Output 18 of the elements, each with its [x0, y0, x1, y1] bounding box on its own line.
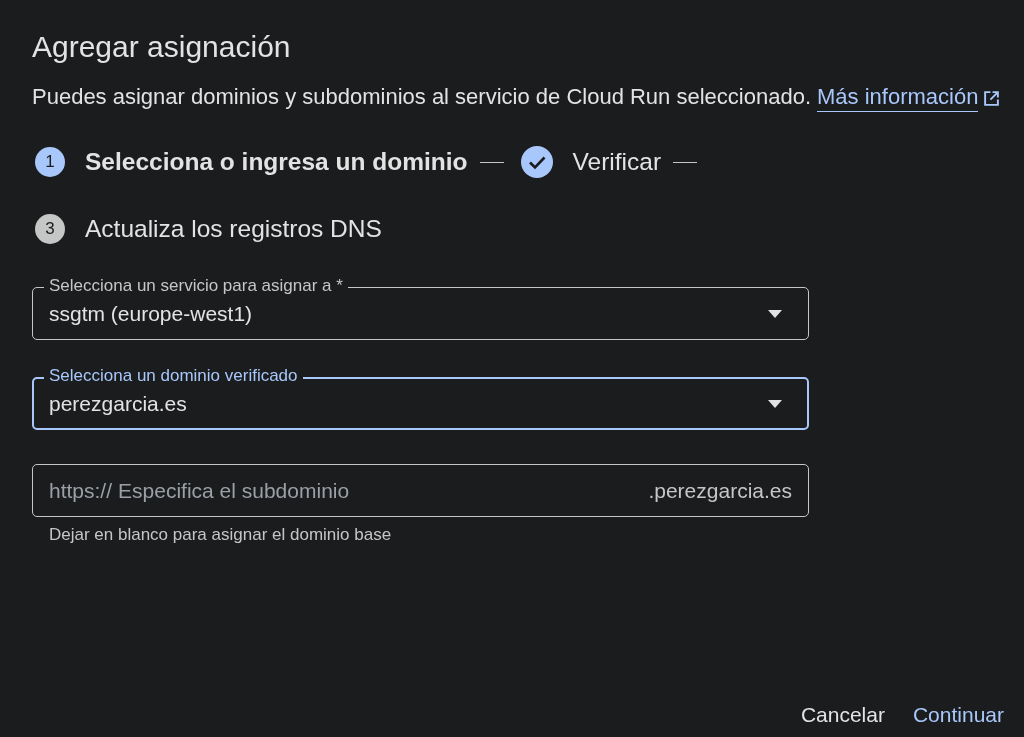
step-number: 3: [35, 214, 65, 244]
subdomain-field[interactable]: https:// Especifica el subdominio .perezgarcia.es: [32, 464, 809, 517]
dropdown-caret-icon: [768, 309, 782, 318]
select-field[interactable]: Selecciona un dominio verificado perezgarcia.es: [32, 366, 809, 430]
dropdown-caret-icon: [768, 399, 782, 408]
check-circle-icon: [520, 146, 553, 178]
step-label: Selecciona o ingresa un dominio: [85, 148, 468, 176]
step-label: Verificar: [572, 148, 662, 176]
select-field[interactable]: Selecciona un servicio para asignar a * ssgtm (europe-west1): [32, 276, 809, 340]
description-text: Puedes asignar dominios y subdominios al servicio de Cloud Run seleccionado.: [32, 84, 811, 110]
learn-more-link[interactable]: Más información: [817, 84, 1001, 112]
dialog-title: Agregar asignación: [32, 30, 292, 64]
helper-text: Dejar en blanco para asignar el dominio base: [49, 525, 393, 545]
external-link-icon: [983, 89, 1001, 107]
step-label: Actualiza los registros DNS: [85, 215, 382, 243]
step-number: 1: [35, 147, 65, 177]
cancel-button[interactable]: Cancelar: [792, 697, 893, 733]
continue-button[interactable]: Continuar: [904, 697, 1012, 733]
